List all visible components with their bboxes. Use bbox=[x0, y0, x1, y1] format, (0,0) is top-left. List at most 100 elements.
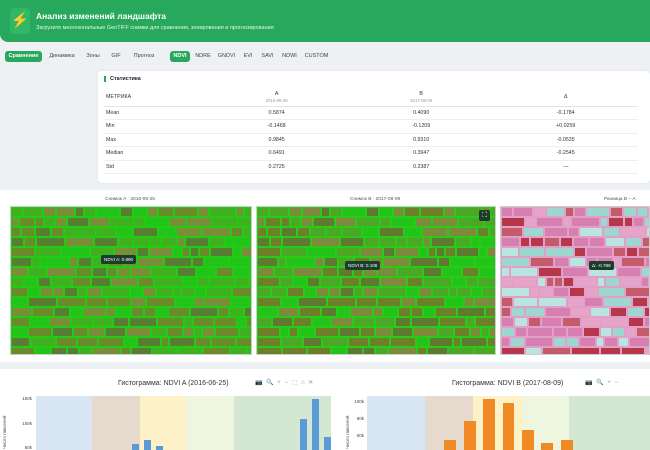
map-a[interactable]: NDVI A: 0.890 bbox=[10, 206, 252, 355]
field-parcel bbox=[384, 308, 397, 316]
histogram-bar[interactable] bbox=[502, 403, 515, 450]
chart-a-modebar[interactable]: 📷 🔍 + − ⬚ ⌂ ✕ bbox=[255, 379, 314, 386]
chart-a-ylabel: Число пикселей bbox=[2, 415, 7, 449]
field-parcel bbox=[407, 288, 418, 296]
field-parcel bbox=[178, 238, 184, 246]
field-parcel bbox=[646, 258, 649, 266]
histogram-b[interactable] bbox=[367, 396, 650, 450]
histogram-bar[interactable] bbox=[560, 440, 573, 450]
histogram-bar[interactable] bbox=[299, 419, 308, 450]
field-parcel bbox=[12, 208, 22, 216]
field-parcel bbox=[53, 328, 72, 336]
field-parcel bbox=[52, 348, 66, 354]
field-parcel bbox=[217, 268, 232, 276]
histogram-bar[interactable] bbox=[311, 398, 320, 450]
field-parcel bbox=[147, 298, 174, 306]
histogram-a[interactable] bbox=[36, 396, 331, 450]
map-diff[interactable]: Δ: -0.788 bbox=[500, 206, 650, 355]
field-parcel bbox=[472, 238, 479, 246]
field-parcel bbox=[502, 278, 512, 286]
field-parcel bbox=[554, 288, 568, 296]
histogram-bar[interactable] bbox=[463, 420, 476, 450]
map-b[interactable]: NDVI B: 0.106 ⛶ bbox=[256, 206, 496, 355]
field-parcel bbox=[279, 308, 298, 316]
field-parcel bbox=[12, 268, 27, 276]
stats-table: МЕТРИКА A 2016-06-25 B 2017-08-09 Δ Mean 0… bbox=[104, 89, 638, 174]
field-parcel bbox=[29, 298, 56, 306]
field-parcel bbox=[107, 308, 115, 316]
field-parcel bbox=[606, 238, 624, 246]
field-parcel bbox=[148, 208, 157, 216]
histogram-bar[interactable] bbox=[131, 444, 140, 450]
field-parcel bbox=[88, 288, 101, 296]
histogram-bar[interactable] bbox=[143, 439, 152, 450]
tab-gndvi[interactable]: GNDVI bbox=[216, 51, 237, 62]
field-parcel bbox=[193, 258, 203, 266]
field-parcel bbox=[393, 328, 412, 336]
field-parcel bbox=[327, 228, 341, 236]
field-parcel bbox=[561, 238, 572, 246]
field-parcel bbox=[170, 338, 194, 346]
tab-ndvi[interactable]: NDVI bbox=[170, 51, 190, 62]
field-parcel bbox=[450, 288, 456, 296]
field-parcel bbox=[629, 318, 643, 326]
field-parcel bbox=[122, 348, 130, 354]
field-parcel bbox=[555, 258, 568, 266]
field-parcel bbox=[114, 318, 128, 326]
field-parcel bbox=[609, 218, 623, 226]
field-parcel bbox=[524, 228, 543, 236]
field-parcel bbox=[502, 298, 512, 306]
tab-forecast[interactable]: Прогноз bbox=[129, 51, 159, 62]
field-parcel bbox=[376, 348, 387, 354]
field-parcel bbox=[537, 218, 562, 226]
field-parcel bbox=[144, 288, 155, 296]
field-parcel bbox=[93, 268, 106, 276]
tab-ndre[interactable]: NDRE bbox=[194, 51, 212, 62]
field-parcel bbox=[12, 318, 29, 326]
field-parcel bbox=[515, 318, 527, 326]
field-parcel bbox=[416, 218, 431, 226]
histogram-bar[interactable] bbox=[323, 437, 331, 450]
chart-b-title: Гистограмма: NDVI B (2017-08-09) bbox=[452, 380, 564, 387]
field-parcel bbox=[108, 298, 130, 306]
field-parcel bbox=[580, 338, 595, 346]
fullscreen-icon[interactable]: ⛶ bbox=[479, 210, 490, 221]
histogram-bar[interactable] bbox=[444, 440, 457, 450]
field-parcel bbox=[526, 348, 541, 354]
field-parcel bbox=[12, 298, 27, 306]
field-parcel bbox=[628, 308, 643, 316]
field-parcel bbox=[639, 248, 649, 256]
field-parcel bbox=[611, 308, 626, 316]
chart-b-modebar[interactable]: 📷 🔍 + − bbox=[585, 379, 619, 386]
tab-zones[interactable]: Зоны bbox=[83, 51, 103, 62]
field-parcel bbox=[458, 308, 484, 316]
tab-custom[interactable]: CUSTOM bbox=[303, 51, 330, 62]
tab-gif[interactable]: GIF bbox=[108, 51, 124, 62]
field-parcel bbox=[539, 268, 561, 276]
field-parcel bbox=[357, 218, 379, 226]
field-parcel bbox=[56, 218, 66, 226]
field-parcel bbox=[282, 298, 297, 306]
field-parcel bbox=[66, 238, 93, 246]
histogram-bar[interactable] bbox=[521, 430, 534, 450]
histogram-bar[interactable] bbox=[483, 398, 495, 450]
field-parcel bbox=[389, 348, 416, 354]
field-parcel bbox=[540, 288, 552, 296]
tab-savi[interactable]: SAVI bbox=[259, 51, 276, 62]
field-parcel bbox=[601, 348, 620, 354]
field-parcel bbox=[95, 238, 117, 246]
tab-evi[interactable]: EVI bbox=[241, 51, 255, 62]
field-parcel bbox=[20, 218, 34, 226]
histogram-bar[interactable] bbox=[541, 442, 554, 450]
field-parcel bbox=[170, 218, 185, 226]
field-parcel bbox=[555, 278, 562, 286]
tab-comparison[interactable]: Сравнение bbox=[5, 51, 42, 62]
tab-dynamics[interactable]: Динамика bbox=[46, 51, 78, 62]
field-parcel bbox=[502, 268, 509, 276]
field-parcel bbox=[127, 328, 150, 336]
tab-ndwi[interactable]: NDWI bbox=[280, 51, 299, 62]
field-parcel bbox=[205, 298, 230, 306]
field-parcel bbox=[458, 288, 470, 296]
histogram-bar[interactable] bbox=[155, 446, 164, 450]
field-parcel bbox=[237, 338, 251, 346]
